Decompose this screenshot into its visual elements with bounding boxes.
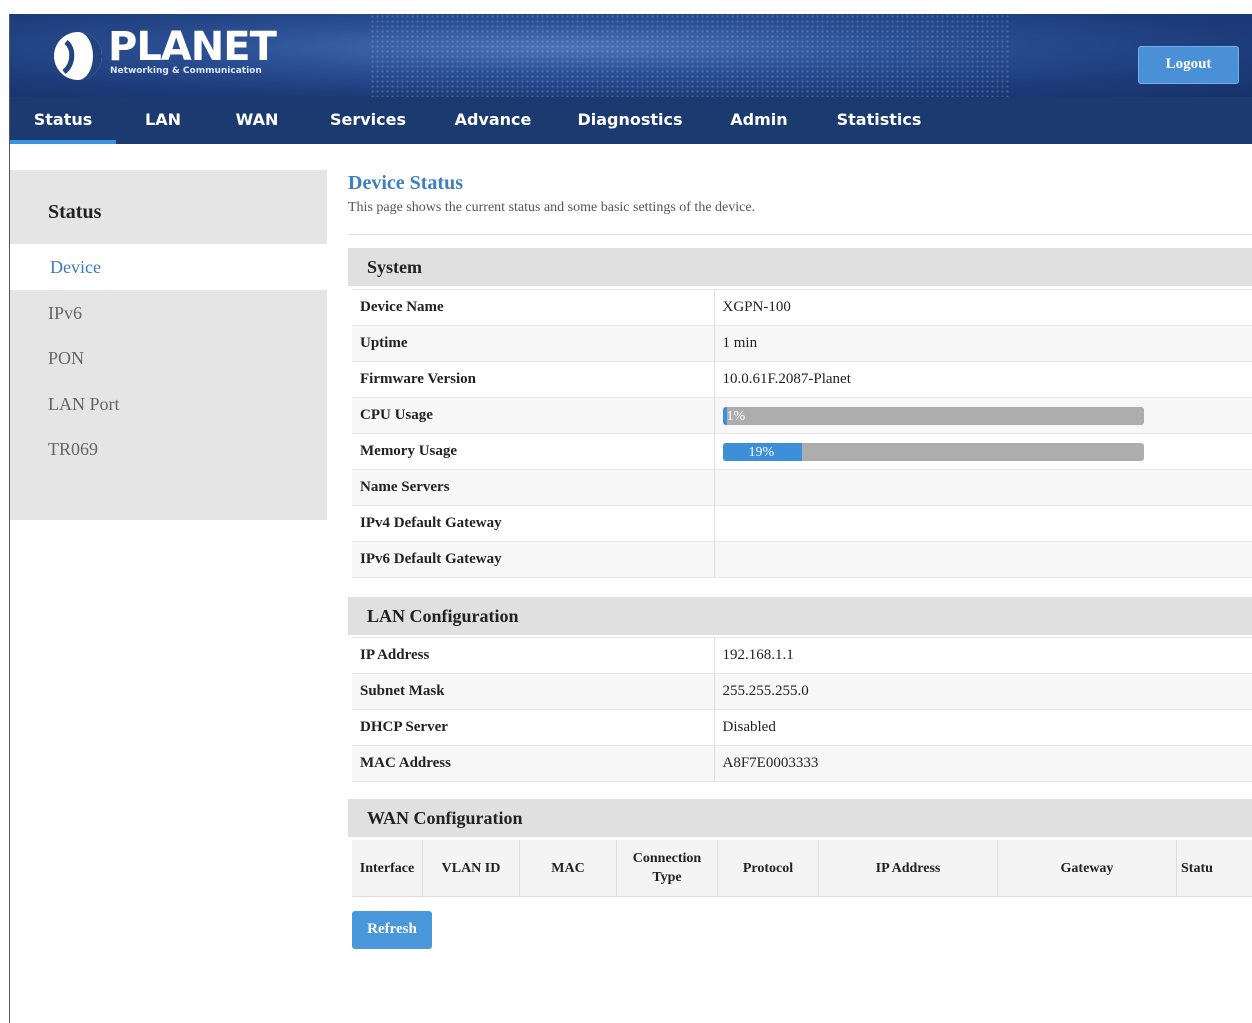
nav-advance[interactable]: Advance (448, 97, 538, 144)
table-row: DHCP Server Disabled (352, 709, 1252, 746)
table-row: Memory Usage 19% (352, 433, 1252, 470)
main-nav: Status LAN WAN Services Advance Diagnost… (10, 97, 1252, 144)
nav-wan[interactable]: WAN (222, 97, 292, 144)
title-divider (348, 234, 1252, 235)
lan-section-title: LAN Configuration (348, 597, 1252, 635)
world-map-pattern (370, 14, 1010, 97)
wan-table: Interface VLAN ID MAC Connection Type Pr… (352, 840, 1252, 897)
device-name-value: XGPN-100 (714, 289, 1252, 326)
lan-ip-value: 192.168.1.1 (714, 637, 1252, 674)
planet-logo-icon (54, 32, 102, 80)
dhcp-server-label: DHCP Server (352, 709, 715, 746)
subnet-mask-label: Subnet Mask (352, 673, 715, 710)
firmware-label: Firmware Version (352, 361, 715, 398)
lan-ip-label: IP Address (352, 637, 715, 674)
memory-usage-bar: 19% (722, 442, 1144, 461)
wan-col-vlan-id: VLAN ID (422, 840, 520, 897)
sidebar: Status Device IPv6 PON LAN Port TR069 (10, 170, 327, 520)
table-row: IPv4 Default Gateway (352, 505, 1252, 542)
nav-statistics[interactable]: Statistics (830, 97, 928, 144)
table-row: Name Servers (352, 469, 1252, 506)
system-section-title: System (348, 248, 1252, 286)
refresh-button[interactable]: Refresh (352, 911, 432, 949)
page-description: This page shows the current status and s… (348, 200, 756, 215)
wan-section-title: WAN Configuration (348, 799, 1252, 837)
nav-lan[interactable]: LAN (130, 97, 196, 144)
mac-address-value: A8F7E0003333 (714, 745, 1252, 782)
uptime-value: 1 min (714, 325, 1252, 362)
table-row: Subnet Mask 255.255.255.0 (352, 673, 1252, 710)
brand-tagline: Networking & Communication (110, 66, 262, 76)
cpu-usage-label: CPU Usage (352, 397, 715, 434)
wan-col-interface: Interface (352, 840, 423, 897)
ipv4-gateway-label: IPv4 Default Gateway (352, 505, 715, 542)
nav-admin[interactable]: Admin (720, 97, 798, 144)
ipv6-gateway-label: IPv6 Default Gateway (352, 541, 715, 578)
table-row: Firmware Version 10.0.61F.2087-Planet (352, 361, 1252, 398)
nav-services[interactable]: Services (324, 97, 412, 144)
wan-col-connection-type: Connection Type (616, 840, 718, 897)
memory-usage-label: Memory Usage (352, 433, 715, 470)
wan-header-row: Interface VLAN ID MAC Connection Type Pr… (352, 840, 1252, 897)
wan-col-status: Statu (1176, 840, 1252, 897)
sidebar-title: Status (48, 201, 102, 223)
memory-usage-text: 19% (748, 444, 775, 460)
system-table: Device Name XGPN-100 Uptime 1 min Firmwa… (352, 289, 1252, 578)
mac-address-label: MAC Address (352, 745, 715, 782)
wan-col-protocol: Protocol (717, 840, 819, 897)
ipv6-gateway-value (714, 541, 1252, 578)
sidebar-item-tr069[interactable]: TR069 (10, 426, 327, 472)
table-row: CPU Usage 1% (352, 397, 1252, 434)
dhcp-server-value: Disabled (714, 709, 1252, 746)
cpu-usage-bar: 1% (722, 406, 1144, 425)
table-row: IP Address 192.168.1.1 (352, 637, 1252, 674)
wan-col-gateway: Gateway (997, 840, 1177, 897)
table-row: MAC Address A8F7E0003333 (352, 745, 1252, 782)
uptime-label: Uptime (352, 325, 715, 362)
device-name-label: Device Name (352, 289, 715, 326)
sidebar-item-lan-port[interactable]: LAN Port (10, 381, 327, 427)
sidebar-item-ipv6[interactable]: IPv6 (10, 290, 327, 336)
subnet-mask-value: 255.255.255.0 (714, 673, 1252, 710)
name-servers-label: Name Servers (352, 469, 715, 506)
page-title: Device Status (348, 172, 463, 194)
sidebar-item-pon[interactable]: PON (10, 335, 327, 381)
wan-col-ip-address: IP Address (818, 840, 998, 897)
lan-table: IP Address 192.168.1.1 Subnet Mask 255.2… (352, 637, 1252, 782)
wan-col-mac: MAC (519, 840, 617, 897)
name-servers-value (714, 469, 1252, 506)
table-row: Uptime 1 min (352, 325, 1252, 362)
nav-diagnostics[interactable]: Diagnostics (576, 97, 684, 144)
header-banner: PLANET Networking & Communication Logout (10, 14, 1252, 97)
table-row: Device Name XGPN-100 (352, 289, 1252, 326)
nav-status[interactable]: Status (10, 97, 116, 144)
sidebar-item-device[interactable]: Device (10, 244, 327, 290)
firmware-value: 10.0.61F.2087-Planet (714, 361, 1252, 398)
cpu-usage-text: 1% (726, 408, 746, 424)
ipv4-gateway-value (714, 505, 1252, 542)
table-row: IPv6 Default Gateway (352, 541, 1252, 578)
brand-name: PLANET (108, 24, 277, 70)
logout-button[interactable]: Logout (1138, 46, 1239, 84)
